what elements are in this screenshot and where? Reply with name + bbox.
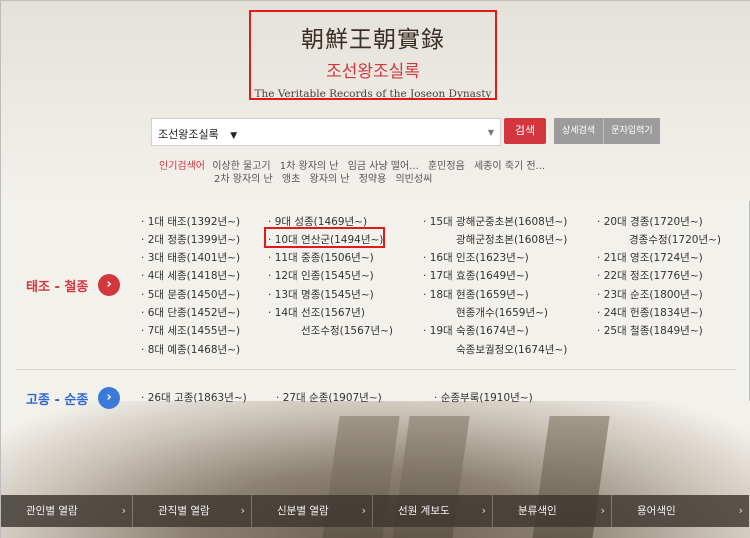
- section-label-gojong-sunjong: 고종 - 순종: [26, 393, 89, 408]
- title-korean: 조선왕조실록: [326, 62, 420, 82]
- search-button[interactable]: 검색: [504, 118, 546, 144]
- nav-by-status[interactable]: 신분별 열람 ›: [252, 495, 373, 527]
- nav-by-official[interactable]: 관인별 열람 ›: [1, 495, 133, 527]
- chevron-right-icon: ›: [481, 504, 486, 517]
- popular-keyword[interactable]: 세종이 죽기 전...: [474, 161, 545, 172]
- reign-link[interactable]: · 16대 인조(1623년~): [423, 250, 529, 265]
- bottom-nav: 관인별 열람 › 관직별 열람 › 신분별 열람 › 선원 계보도 › 분류색인 › 용어…: [1, 495, 750, 527]
- reign-link[interactable]: · 2대 정종(1399년~): [141, 232, 240, 247]
- advanced-search-button[interactable]: 상세검색: [554, 118, 604, 144]
- chevron-right-icon: ›: [600, 504, 605, 517]
- chevron-right-icon: ›: [361, 504, 366, 517]
- popular-keyword[interactable]: 의빈성씨: [395, 174, 432, 185]
- reign-link[interactable]: · 23대 순조(1800년~): [597, 287, 703, 302]
- reign-link[interactable]: · 20대 경종(1720년~): [597, 214, 703, 229]
- popular-keyword[interactable]: 이상한 물고기: [212, 161, 270, 172]
- reign-link[interactable]: · 1대 태조(1392년~): [141, 214, 240, 229]
- reign-link[interactable]: 현종개수(1659년~): [456, 305, 548, 320]
- chevron-right-icon[interactable]: ›: [98, 274, 120, 296]
- chevron-down-icon: ▼: [230, 131, 238, 141]
- reign-link[interactable]: · 5대 문종(1450년~): [141, 287, 240, 302]
- reign-link[interactable]: · 21대 영조(1724년~): [597, 250, 703, 265]
- popular-keyword[interactable]: 1차 왕자의 난: [280, 161, 339, 172]
- reign-link[interactable]: 선조수정(1567년~): [301, 323, 393, 338]
- nav-royal-genealogy[interactable]: 선원 계보도 ›: [373, 495, 493, 527]
- reign-link[interactable]: 광해군정초본(1608년~): [456, 232, 567, 247]
- collection-select[interactable]: 조선왕조실록 ▼ ▼: [151, 118, 501, 146]
- reign-link[interactable]: · 순종부록(1910년~): [434, 390, 533, 405]
- title-english: The Veritable Records of the Joseon Dyna…: [254, 88, 492, 100]
- reign-link[interactable]: · 3대 태종(1401년~): [141, 250, 240, 265]
- reign-link[interactable]: 숙종보궐정오(1674년~): [456, 342, 567, 357]
- reign-link[interactable]: · 12대 인종(1545년~): [268, 268, 374, 283]
- reign-link[interactable]: · 11대 중종(1506년~): [268, 250, 374, 265]
- reign-link[interactable]: · 6대 단종(1452년~): [141, 305, 240, 320]
- reign-link[interactable]: · 19대 숙종(1674년~): [423, 323, 529, 338]
- reign-link[interactable]: · 27대 순종(1907년~): [276, 390, 382, 405]
- nav-category-index[interactable]: 분류색인 ›: [493, 495, 612, 527]
- section-label-taejo-cheoljong: 태조 - 철종: [26, 280, 89, 295]
- highlight-box: [264, 227, 385, 248]
- section-divider: [16, 369, 736, 370]
- nav-by-position[interactable]: 관직별 열람 ›: [133, 495, 252, 527]
- reign-link[interactable]: · 26대 고종(1863년~): [141, 390, 247, 405]
- reign-link[interactable]: · 24대 헌종(1834년~): [597, 305, 703, 320]
- reign-link[interactable]: · 13대 명종(1545년~): [268, 287, 374, 302]
- chevron-right-icon: ›: [738, 504, 743, 517]
- chevron-right-icon[interactable]: ›: [98, 387, 120, 409]
- popular-keyword[interactable]: 훈민정음: [428, 161, 465, 172]
- char-input-button[interactable]: 문자입력기: [604, 118, 660, 144]
- reign-link[interactable]: · 18대 현종(1659년~): [423, 287, 529, 302]
- reign-link[interactable]: · 4대 세종(1418년~): [141, 268, 240, 283]
- reign-link[interactable]: · 25대 철종(1849년~): [597, 323, 703, 338]
- dropdown-arrow-icon: ▼: [487, 128, 494, 137]
- reign-link[interactable]: · 22대 정조(1776년~): [597, 268, 703, 283]
- popular-keyword[interactable]: 앵초: [282, 174, 300, 185]
- reign-link[interactable]: 경종수정(1720년~): [629, 232, 721, 247]
- reign-link[interactable]: · 15대 광해군중초본(1608년~): [423, 214, 567, 229]
- chevron-right-icon: ›: [240, 504, 245, 517]
- reign-link[interactable]: · 14대 선조(1567년): [268, 305, 365, 320]
- popular-keywords-label: 인기검색어: [159, 161, 205, 172]
- popular-keyword[interactable]: 임금 사냥 떨어...: [348, 161, 419, 172]
- chevron-right-icon: ›: [121, 504, 126, 517]
- reign-link[interactable]: · 8대 예종(1468년~): [141, 342, 240, 357]
- popular-keyword[interactable]: 2차 왕자의 난: [214, 174, 273, 185]
- popular-keyword[interactable]: 왕자의 난: [310, 174, 350, 185]
- popular-keywords: 인기검색어 이상한 물고기 1차 왕자의 난 임금 사냥 떨어... 훈민정음 …: [159, 160, 579, 186]
- reign-link[interactable]: · 17대 효종(1649년~): [423, 268, 529, 283]
- popular-keyword[interactable]: 정약용: [359, 174, 387, 185]
- site-title-block[interactable]: 朝鮮王朝實錄 조선왕조실록 The Veritable Records of t…: [249, 10, 497, 100]
- reign-link[interactable]: · 7대 세조(1455년~): [141, 323, 240, 338]
- collection-select-value: 조선왕조실록: [158, 128, 219, 141]
- nav-term-index[interactable]: 용어색인 ›: [612, 495, 749, 527]
- title-hanja: 朝鮮王朝實錄: [301, 27, 445, 53]
